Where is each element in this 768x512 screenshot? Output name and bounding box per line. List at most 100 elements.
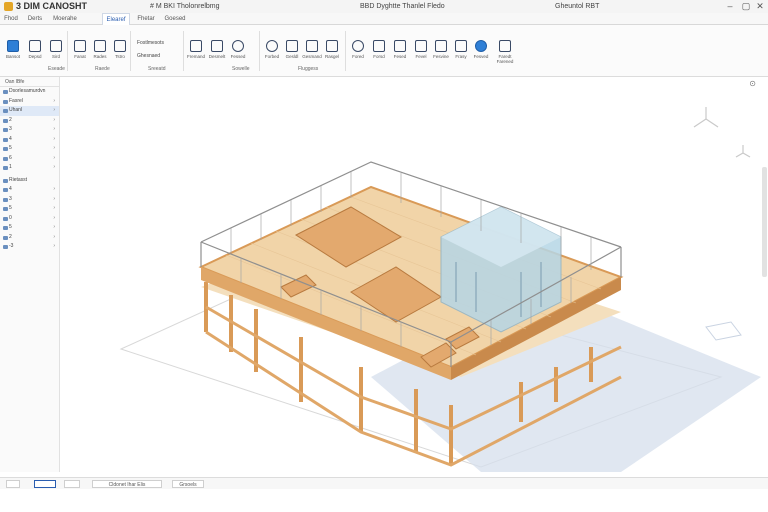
group-separator	[183, 31, 184, 71]
tag-icon	[50, 40, 62, 52]
tree-row[interactable]: -3 ›	[0, 242, 59, 252]
bottom-area	[0, 489, 768, 512]
component-icon	[3, 216, 8, 221]
depsd-button[interactable]: Depsd	[25, 38, 45, 72]
tab-derts[interactable]: Derts	[26, 13, 44, 25]
status-toggle-2[interactable]	[34, 480, 56, 488]
tree-row[interactable]: 4 ›	[0, 135, 59, 145]
faredt-button[interactable]: Faredt Farened	[491, 38, 519, 72]
tab-elearef[interactable]: Elearef	[102, 13, 130, 25]
group-label-sowelle: Sowelle	[232, 66, 250, 72]
tree-row[interactable]: 2 ›	[0, 116, 59, 126]
globe-icon	[266, 40, 278, 52]
cylinder-icon	[232, 40, 244, 52]
file-icon	[455, 40, 467, 52]
frasy-button[interactable]: Frasy	[451, 38, 471, 72]
component-icon	[3, 197, 8, 202]
group-separator	[345, 31, 346, 71]
group-label-eseade: Eseade	[48, 66, 65, 72]
tree-row[interactable]: 5 ›	[0, 204, 59, 214]
tree-row[interactable]: Fasrel ›	[0, 97, 59, 107]
tree-row[interactable]: 5 ›	[0, 144, 59, 154]
tree-row[interactable]: 0 ›	[0, 214, 59, 224]
chevron-right-icon: ›	[53, 233, 55, 240]
tree-row[interactable]: 6 ›	[0, 154, 59, 164]
brush-icon	[326, 40, 338, 52]
chevron-right-icon: ›	[53, 116, 55, 123]
forsd-button[interactable]: Forsd	[369, 38, 389, 72]
view-cube-icon[interactable]	[693, 107, 751, 158]
chevron-right-icon: ›	[53, 164, 55, 170]
tab-fhetar[interactable]: Fhetar	[132, 13, 160, 25]
status-toggle-3[interactable]	[64, 480, 80, 488]
3d-model-scene[interactable]	[61, 77, 768, 472]
folder-icon	[7, 40, 19, 52]
fesved-button[interactable]: Fesved	[471, 38, 491, 72]
tree-row[interactable]: Dsorlesamurdvn	[0, 87, 59, 97]
fesvine-button[interactable]: Fesvine	[431, 38, 451, 72]
tree-row[interactable]: 4 ›	[0, 185, 59, 195]
window-info: Gheuntol RBT	[555, 3, 600, 10]
component-icon	[3, 137, 8, 142]
status-toggle-1[interactable]	[6, 480, 20, 488]
window-icon	[435, 40, 447, 52]
layers-icon	[94, 40, 106, 52]
status-label-main[interactable]: Cldonet Ihar Elis	[92, 480, 162, 488]
component-icon	[3, 147, 8, 151]
ribbon-toolbar: Bansot Depsd Sird Eseade Fanat Rades Tst…	[0, 25, 768, 77]
chevron-right-icon: ›	[53, 97, 55, 104]
tree-row[interactable]: 3 ›	[0, 195, 59, 205]
tree-row[interactable]: 1 ›	[0, 163, 59, 173]
3d-viewport[interactable]: ⊙	[61, 77, 768, 472]
tab-fhod[interactable]: Fhod	[2, 13, 20, 25]
fored-button[interactable]: Fored	[348, 38, 368, 72]
tree-row[interactable]: 5 ›	[0, 223, 59, 233]
fremand-button[interactable]: Fremand	[186, 38, 206, 72]
chevron-right-icon: ›	[53, 145, 55, 151]
group-separator	[130, 31, 131, 71]
tree-row-selected[interactable]: Uhanl ›	[0, 106, 59, 116]
tree-row[interactable]: 2 ›	[0, 233, 59, 243]
fesed-button[interactable]: Fesed	[390, 38, 410, 72]
grid-icon	[190, 40, 202, 52]
maximize-button[interactable]: ▢	[740, 1, 752, 12]
group-separator	[67, 31, 68, 71]
forbed-button[interactable]: Forbed	[262, 38, 282, 72]
chevron-right-icon: ›	[53, 135, 55, 142]
tree-row[interactable]: 3 ›	[0, 125, 59, 135]
scroll-thumb[interactable]	[762, 167, 767, 277]
chevron-right-icon: ›	[53, 214, 55, 221]
tab-goesed[interactable]: Goesed	[162, 13, 188, 25]
chevron-right-icon: ›	[53, 126, 55, 132]
component-icon	[3, 156, 8, 161]
fanat-button[interactable]: Fanat	[70, 38, 90, 72]
component-icon	[3, 235, 8, 240]
fevel-button[interactable]: Fevel	[411, 38, 431, 72]
target-icon	[352, 40, 364, 52]
desmelt-button[interactable]: Desmelt	[207, 38, 227, 72]
group-label-sreeatd: Sreeatd	[148, 66, 166, 72]
document-subtitle: BBD Dyghtte Thanlel Fledo	[360, 3, 445, 10]
list-item-fostlmesots[interactable]: Fostlmesots	[137, 40, 164, 46]
component-icon	[3, 99, 8, 104]
page-icon	[415, 40, 427, 52]
close-button[interactable]: ✕	[754, 1, 766, 12]
tstro-button[interactable]: Tstro	[110, 38, 130, 72]
vertical-scrollbar[interactable]	[760, 167, 768, 277]
component-icon	[3, 245, 8, 249]
group-label-fluggess: Fluggess	[298, 66, 319, 72]
folder-button[interactable]: Bansot	[3, 38, 23, 72]
chevron-right-icon: ›	[53, 186, 55, 192]
minimize-button[interactable]: –	[724, 1, 736, 12]
browser-tree: Dsorlesamurdvn Fasrel › Uhanl › 2 › 3 › 4 › 5…	[0, 87, 59, 252]
tab-moerahe[interactable]: Moerahe	[52, 13, 78, 25]
link-icon	[499, 40, 511, 52]
status-label-secondary[interactable]: Grsoels	[172, 480, 204, 488]
tree-row[interactable]: Rietasst	[0, 176, 59, 186]
component-icon	[3, 207, 8, 211]
panel-close-icon[interactable]: ⊙	[749, 79, 756, 88]
rasgel-button[interactable]: Rasgel	[322, 38, 342, 72]
scissors-icon	[74, 40, 86, 52]
app-title: 3 DIM CANOSHT	[16, 1, 88, 11]
list-item-ghesnaed[interactable]: Ghesnaed	[137, 53, 160, 59]
